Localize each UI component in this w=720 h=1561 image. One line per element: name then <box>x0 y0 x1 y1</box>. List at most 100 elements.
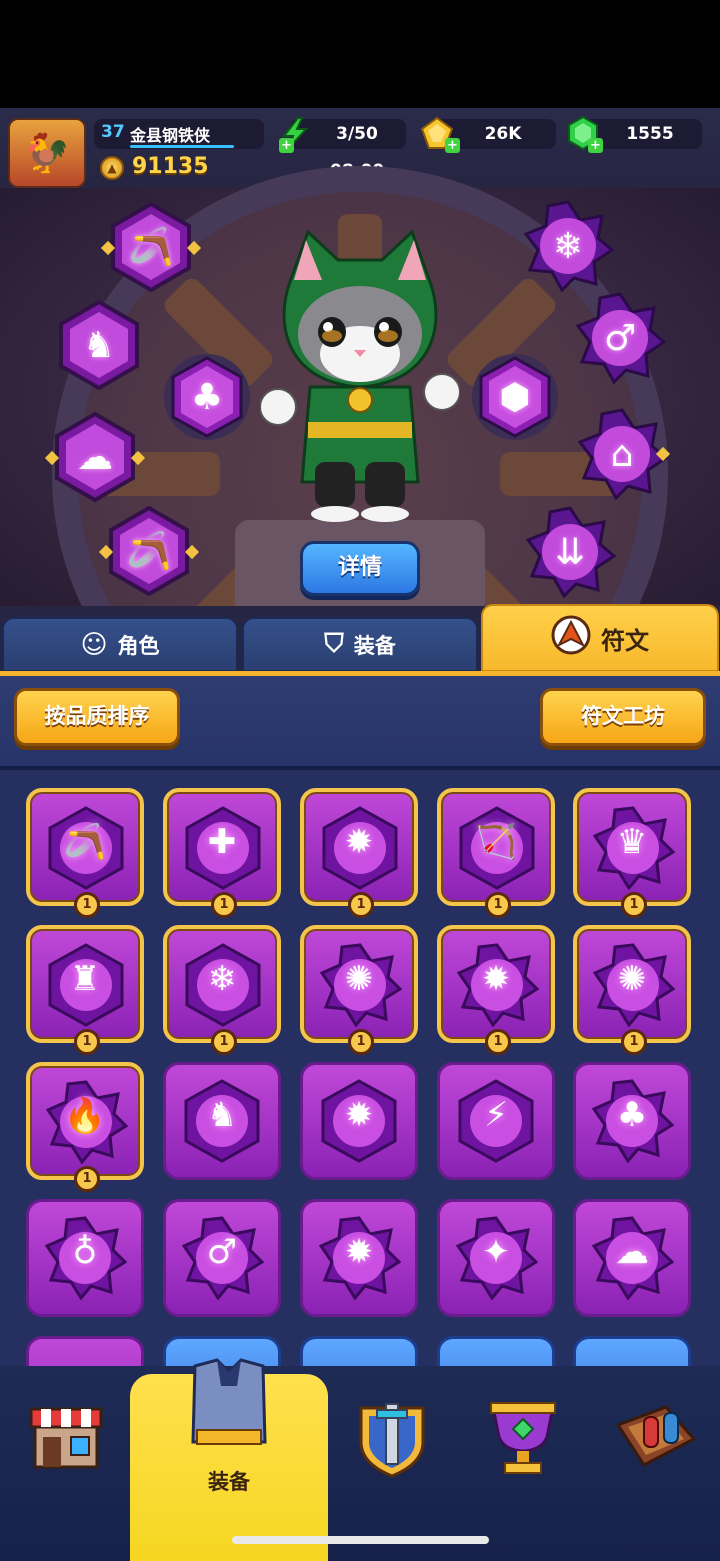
rune-glyph-icon: 🔥 <box>63 1096 107 1136</box>
player-level: 37 <box>101 122 125 142</box>
nav-shop[interactable] <box>24 1396 108 1472</box>
tab-character[interactable]: ☺ 角色 <box>2 617 238 672</box>
gold-value: 26K <box>484 124 522 144</box>
rune-card[interactable]: 🏹 1 <box>437 788 555 918</box>
equipped-rune-right-1[interactable]: ❄ <box>522 200 614 292</box>
rune-glyph-icon: 🏹 <box>474 822 518 862</box>
player-name: 金县钢铁侠 <box>130 126 211 145</box>
rune-glyph-icon: ♂ <box>206 1232 238 1272</box>
rune-card[interactable]: ♂ <box>163 1199 281 1317</box>
equipped-rune-right-4[interactable]: ⇊ <box>524 506 616 598</box>
tab-runes[interactable]: 符文 <box>481 604 719 672</box>
rune-glyph-icon: ⚡ <box>484 1095 508 1135</box>
rune-count-badge: 1 <box>74 1166 100 1192</box>
rune-glyph-icon: ♞ <box>206 1095 238 1135</box>
sort-by-quality-button[interactable]: 按品质排序 <box>14 688 180 746</box>
rune-card[interactable]: ✹ 1 <box>300 788 418 918</box>
rune-card[interactable]: ❄ 1 <box>163 925 281 1055</box>
game-screen: { "player": { "level": "37", "name": "金县… <box>0 0 720 1561</box>
armor-icon <box>191 1358 267 1445</box>
gem-value: 1555 <box>626 124 674 144</box>
equipped-rune-center-left[interactable]: ♣ <box>162 352 252 442</box>
rune-card[interactable]: 🪃 1 <box>26 788 144 918</box>
rune-card[interactable]: ✹ <box>300 1199 418 1317</box>
rooster-avatar-icon: 🐓 <box>23 130 71 175</box>
boomerang-rune-icon: 🪃 <box>128 227 174 268</box>
hero-cat[interactable] <box>259 222 461 522</box>
rune-glyph-icon: ♛ <box>616 822 648 862</box>
energy-plus-icon[interactable]: + <box>279 138 294 153</box>
armor-icon: ⛉ <box>324 629 344 659</box>
energy-value: 3/50 <box>336 124 378 144</box>
equipped-rune-left-2[interactable]: ♞ <box>54 300 144 390</box>
rune-card[interactable]: ♜ 1 <box>26 925 144 1055</box>
equipped-rune-right-2[interactable]: ♂ <box>574 292 666 384</box>
rune-glyph-icon: ✺ <box>617 959 647 999</box>
nav-equipment-label: 装备 <box>208 1470 250 1494</box>
rune-glyph-icon: ♣ <box>616 1095 648 1135</box>
rune-card[interactable]: 🔥 1 <box>26 1062 144 1192</box>
gem-plus-icon[interactable]: + <box>588 138 603 153</box>
tab-equipment-label: 装备 <box>353 633 396 658</box>
equipped-rune-right-3[interactable]: ⌂ <box>576 408 668 500</box>
rune-card[interactable]: ✚ 1 <box>163 788 281 918</box>
orbit-rune-icon: ⌂ <box>610 433 634 475</box>
rain-rune-icon: ⇊ <box>554 531 586 573</box>
nav-board-game[interactable] <box>614 1398 698 1476</box>
cloud-rune-icon: ☁ <box>77 436 113 478</box>
rune-glyph-icon: ✦ <box>481 1232 511 1272</box>
nav-trophy[interactable] <box>486 1398 560 1478</box>
board-game-icon <box>615 1405 697 1467</box>
nav-battle[interactable] <box>352 1398 432 1478</box>
rune-glyph-icon: ✹ <box>481 959 511 999</box>
rune-card[interactable]: ✺ 1 <box>573 925 691 1055</box>
battle-shield-icon <box>359 1403 425 1478</box>
rune-count-badge: 1 <box>348 1029 374 1055</box>
clover-rune-icon: ♣ <box>190 376 224 418</box>
rune-icon <box>551 615 591 661</box>
equipped-rune-left-4[interactable]: 🪃 <box>104 506 194 596</box>
rune-count-badge: 1 <box>485 892 511 918</box>
power-value: 91135 <box>132 154 209 179</box>
rune-count-badge: 1 <box>621 1029 647 1055</box>
rune-count-badge: 1 <box>211 1029 237 1055</box>
tab-equipment[interactable]: ⛉ 装备 <box>242 617 478 672</box>
nav-equipment[interactable] <box>186 1356 272 1456</box>
rune-card[interactable]: ✹ <box>300 1062 418 1180</box>
rune-card[interactable]: ♛ 1 <box>573 788 691 918</box>
rune-card[interactable]: ♁ <box>26 1199 144 1317</box>
rune-glyph-icon: ☁ <box>615 1232 649 1272</box>
rune-count-badge: 1 <box>485 1029 511 1055</box>
boomerang-rune-icon: 🪃 <box>126 531 172 572</box>
rune-count-badge: 1 <box>74 1029 100 1055</box>
rune-card[interactable]: ♞ <box>163 1062 281 1180</box>
player-avatar[interactable]: 🐓 <box>8 118 86 188</box>
rune-glyph-icon: ✚ <box>207 822 237 862</box>
rune-glyph-icon: ✹ <box>344 1232 374 1272</box>
tab-character-label: 角色 <box>117 633 160 658</box>
power-icon: ▲ <box>100 156 124 180</box>
status-bar <box>0 0 720 108</box>
trophy-icon <box>490 1402 556 1474</box>
rune-card[interactable]: ☁ <box>573 1199 691 1317</box>
rune-card[interactable]: ✦ <box>437 1199 555 1317</box>
detail-button[interactable]: 详情 <box>300 541 420 596</box>
rune-card[interactable]: ⚡ <box>437 1062 555 1180</box>
character-icon: ☺ <box>80 629 108 660</box>
rune-card[interactable]: ✹ 1 <box>437 925 555 1055</box>
equipped-rune-left-3[interactable]: ☁ <box>50 412 140 502</box>
tab-runes-label: 符文 <box>601 626 649 655</box>
equipped-rune-center-right[interactable]: ⬢ <box>470 352 560 442</box>
rune-glyph-icon: ♜ <box>69 959 101 999</box>
rune-card[interactable]: ✺ 1 <box>300 925 418 1055</box>
rune-workshop-button[interactable]: 符文工坊 <box>540 688 706 746</box>
rune-count-badge: 1 <box>348 892 374 918</box>
arrow-rune-icon: ♂ <box>603 317 637 359</box>
snowflake-rune-icon: ❄ <box>552 225 584 267</box>
gold-plus-icon[interactable]: + <box>445 138 460 153</box>
rune-inventory-grid: 🪃 1 ✚ 1 ✹ 1 🏹 1 ♛ 1 ♜ 1 ❄ 1 ✺ 1 ✹ 1 ✺ 1 🔥 1 ♞ ✹ ⚡ ♣ ♁ ♂ ✹ ✦ ☁ <box>0 770 720 1454</box>
rune-count-badge: 1 <box>621 892 647 918</box>
rune-card[interactable]: ♣ <box>573 1062 691 1180</box>
rune-glyph-icon: 🪃 <box>63 822 107 862</box>
equipped-rune-left-1[interactable]: 🪃 <box>106 202 196 292</box>
